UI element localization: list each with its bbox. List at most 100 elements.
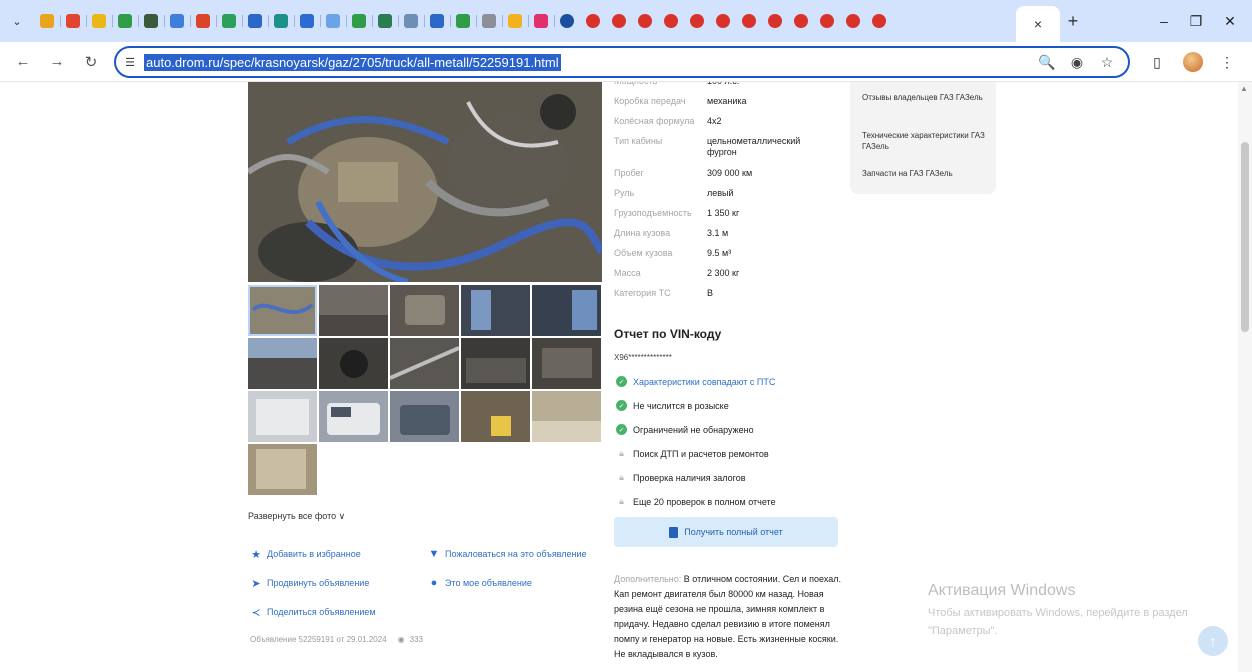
close-window-button[interactable]: ✕: [1208, 0, 1252, 42]
favicon-drom-12-icon[interactable]: [868, 10, 890, 32]
favicon-drom-2-icon[interactable]: [608, 10, 630, 32]
tech-specs-link[interactable]: Технические характеристики ГАЗ ГАЗель: [862, 130, 986, 152]
url-text[interactable]: auto.drom.ru/spec/krasnoyarsk/gaz/2705/t…: [144, 53, 561, 71]
favicon-chrome-icon[interactable]: [166, 10, 191, 32]
favicon-pink-icon[interactable]: [530, 10, 555, 32]
favicon-glyph: [170, 14, 184, 28]
views-count: 333: [409, 635, 423, 644]
thumbnail[interactable]: [532, 285, 601, 336]
thumbnail[interactable]: [532, 391, 601, 442]
favicon-mail-blue-icon[interactable]: [556, 10, 578, 32]
favicon-sun-icon[interactable]: [504, 10, 529, 32]
thumbnail[interactable]: [532, 338, 601, 389]
favicon-teal-icon[interactable]: [270, 10, 295, 32]
favicon-glyph: [92, 14, 106, 28]
thumbnail[interactable]: [461, 391, 530, 442]
favicon-drom-5-icon[interactable]: [686, 10, 708, 32]
favicon-multicolor-icon[interactable]: [36, 10, 61, 32]
forward-button[interactable]: →: [42, 47, 72, 77]
tab-strip: ⌄ × + – ❐ ✕: [0, 0, 1252, 42]
thumbnail[interactable]: [248, 444, 317, 495]
spec-label: Категория ТС: [614, 288, 671, 298]
favicon-mail-icon[interactable]: [62, 10, 87, 32]
star-icon: ★: [251, 548, 261, 561]
favicon-gray-icon[interactable]: [478, 10, 503, 32]
owner-reviews-link[interactable]: Отзывы владельцев ГАЗ ГАЗель: [862, 92, 986, 103]
tab-separator: [138, 15, 139, 27]
spare-parts-link[interactable]: Запчасти на ГАЗ ГАЗель: [862, 168, 986, 179]
complain-link[interactable]: ▼ Пожаловаться на это объявление: [428, 548, 587, 560]
favicon-blue-doc-icon[interactable]: [244, 10, 269, 32]
thumbnail[interactable]: [461, 338, 530, 389]
active-tab[interactable]: ×: [1016, 6, 1060, 42]
favicon-shield-icon[interactable]: [374, 10, 399, 32]
favicon-drom-10-icon[interactable]: [816, 10, 838, 32]
thumbnail[interactable]: [319, 338, 388, 389]
tab-separator: [60, 15, 61, 27]
favicon-red-icon[interactable]: [192, 10, 217, 32]
menu-kebab-icon[interactable]: ⋮: [1212, 46, 1242, 78]
thumbnail[interactable]: [390, 285, 459, 336]
favicon-glyph: [404, 14, 418, 28]
share-link[interactable]: ≺ Поделиться объявлением: [250, 606, 375, 619]
spec-row: Объем кузова 9.5 м³: [614, 248, 817, 259]
vin-check-text: Проверка наличия залогов: [633, 472, 746, 483]
favicon-check-icon[interactable]: [348, 10, 373, 32]
favicon-drom-7-icon[interactable]: [738, 10, 760, 32]
new-tab-button[interactable]: +: [1062, 10, 1084, 32]
main-photo[interactable]: [248, 82, 602, 282]
address-bar[interactable]: ☰ auto.drom.ru/spec/krasnoyarsk/gaz/2705…: [114, 46, 1130, 78]
thumbnail[interactable]: [319, 285, 388, 336]
page-content: Развернуть все фото ∨ ★ Добавить в избран…: [0, 82, 1252, 672]
expand-photos-link[interactable]: Развернуть все фото ∨: [248, 511, 345, 522]
favicon-blue-grid-icon[interactable]: [426, 10, 451, 32]
zoom-icon[interactable]: 🔍: [1036, 51, 1058, 73]
listing-meta: Объявление 52259191 от 29.01.2024 ◉ 333: [250, 635, 423, 644]
favicon-flower-icon[interactable]: [400, 10, 425, 32]
favicon-green-grid-icon[interactable]: [114, 10, 139, 32]
favicon-drom-8-icon[interactable]: [764, 10, 786, 32]
favicon-glyph: [508, 14, 522, 28]
favicon-drom-3-icon[interactable]: [634, 10, 656, 32]
favicon-doc-light-icon[interactable]: [322, 10, 347, 32]
scroll-thumb[interactable]: [1241, 142, 1249, 332]
back-button[interactable]: ←: [8, 47, 38, 77]
add-favorite-link[interactable]: ★ Добавить в избранное: [250, 548, 361, 561]
favicon-circle-blue-icon[interactable]: [296, 10, 321, 32]
thumbnail[interactable]: [248, 285, 317, 336]
tab-separator: [112, 15, 113, 27]
vin-check-item: 🔒︎ Поиск ДТП и расчетов ремонтов: [616, 448, 769, 459]
profile-avatar[interactable]: [1178, 46, 1208, 78]
extensions-icon[interactable]: ▯: [1142, 46, 1172, 78]
thumbnail[interactable]: [248, 391, 317, 442]
thumbnail[interactable]: [248, 338, 317, 389]
promote-link[interactable]: ➤ Продвинуть объявление: [250, 577, 369, 590]
favicon-green-grid-2-icon[interactable]: [452, 10, 477, 32]
favicon-green-icon[interactable]: [218, 10, 243, 32]
favicon-drom-9-icon[interactable]: [790, 10, 812, 32]
tab-search-icon[interactable]: ⌄: [0, 0, 34, 42]
favicon-yellow-icon[interactable]: [88, 10, 113, 32]
vin-check-item: ✓ Ограничений не обнаружено: [616, 424, 754, 435]
favicon-dark-icon[interactable]: [140, 10, 165, 32]
thumbnail[interactable]: [461, 285, 530, 336]
site-info-icon[interactable]: ☰: [116, 48, 144, 76]
my-listing-link[interactable]: ● Это мое объявление: [428, 577, 532, 589]
scroll-to-top-button[interactable]: ↑: [1198, 626, 1228, 656]
eye-off-icon[interactable]: ◉: [1066, 51, 1088, 73]
page-scrollbar[interactable]: ▲: [1238, 82, 1252, 672]
get-full-report-button[interactable]: Получить полный отчет: [614, 517, 838, 547]
tab-close-icon[interactable]: ×: [1034, 16, 1042, 32]
vin-check-item[interactable]: ✓ Характеристики совпадают с ПТС: [616, 376, 775, 387]
favicon-drom-6-icon[interactable]: [712, 10, 734, 32]
favicon-drom-4-icon[interactable]: [660, 10, 682, 32]
thumbnail[interactable]: [319, 391, 388, 442]
vin-report-title: Отчет по VIN-коду: [614, 327, 722, 341]
scroll-up-icon[interactable]: ▲: [1240, 84, 1248, 93]
favicon-drom-11-icon[interactable]: [842, 10, 864, 32]
reload-button[interactable]: ↻: [76, 47, 106, 77]
thumbnail[interactable]: [390, 391, 459, 442]
thumbnail[interactable]: [390, 338, 459, 389]
bookmark-star-icon[interactable]: ☆: [1096, 51, 1118, 73]
favicon-drom-1-icon[interactable]: [582, 10, 604, 32]
